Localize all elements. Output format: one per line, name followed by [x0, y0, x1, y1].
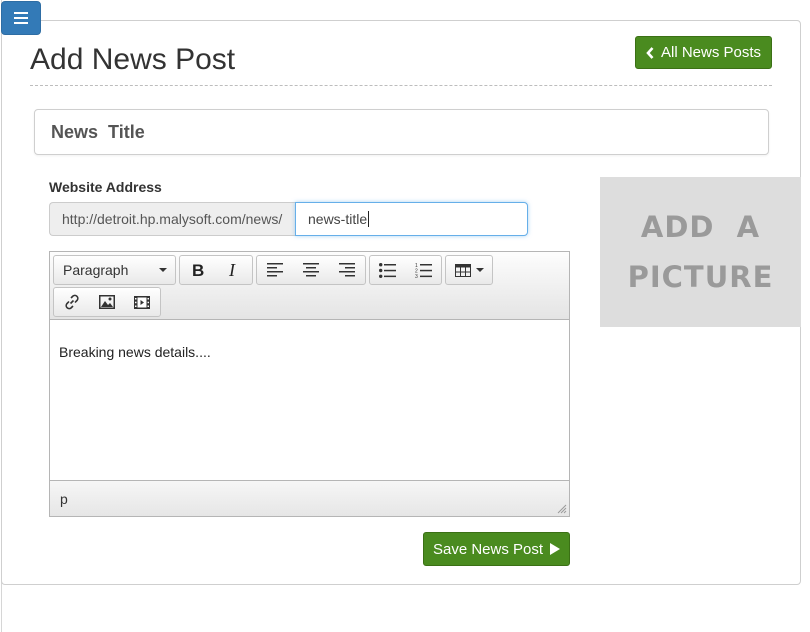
format-group: Paragraph — [53, 255, 176, 285]
page-title: Add News Post — [30, 43, 236, 76]
editor-content[interactable]: Breaking news details.... — [50, 320, 569, 480]
bullet-list-button[interactable] — [370, 256, 406, 284]
hamburger-icon — [14, 12, 28, 24]
image-icon — [98, 295, 115, 309]
menu-toggle-button[interactable] — [1, 1, 41, 35]
editor-statusbar: p — [50, 480, 569, 516]
url-slug-input[interactable]: news-title — [295, 202, 528, 236]
format-select-value: Paragraph — [63, 262, 129, 278]
svg-text:I: I — [228, 262, 236, 278]
url-slug-value: news-title — [308, 211, 368, 227]
all-news-posts-label: All News Posts — [660, 44, 762, 61]
table-button[interactable] — [446, 256, 492, 284]
numbered-list-icon: 1 2 3 — [415, 263, 432, 278]
bold-button[interactable]: B — [180, 256, 216, 284]
image-button[interactable] — [89, 288, 124, 316]
align-left-button[interactable] — [257, 256, 293, 284]
align-group — [256, 255, 366, 285]
svg-text:3: 3 — [415, 274, 418, 278]
link-icon — [65, 294, 79, 310]
insert-group — [53, 287, 161, 317]
align-left-icon — [267, 263, 283, 277]
list-group: 1 2 3 — [369, 255, 442, 285]
numbered-list-button[interactable]: 1 2 3 — [406, 256, 442, 284]
news-title-field[interactable]: News Title — [34, 109, 769, 155]
editor-toolbar: Paragraph B I 1 2 3 — [50, 252, 569, 320]
all-news-posts-button[interactable]: All News Posts — [635, 36, 772, 69]
save-news-post-label: Save News Post — [432, 540, 544, 558]
align-right-button[interactable] — [329, 256, 365, 284]
play-icon — [550, 543, 561, 555]
video-button[interactable] — [125, 288, 160, 316]
table-dropdown-icon — [475, 268, 484, 272]
chevron-down-icon — [159, 268, 167, 272]
style-group: B I — [179, 255, 253, 285]
element-path[interactable]: p — [60, 491, 68, 507]
align-right-icon — [339, 263, 355, 277]
bold-icon: B — [192, 262, 204, 278]
table-group — [445, 255, 493, 285]
add-picture-area[interactable]: ADD A PICTURE — [600, 177, 801, 327]
resize-handle-icon[interactable] — [557, 504, 567, 514]
link-button[interactable] — [54, 288, 89, 316]
editor-paragraph: Breaking news details.... — [59, 344, 211, 360]
website-address-label: Website Address — [49, 179, 162, 195]
bullet-list-icon — [379, 262, 397, 278]
table-icon — [454, 263, 471, 277]
align-center-button[interactable] — [293, 256, 329, 284]
text-caret — [368, 211, 370, 227]
svg-text:B: B — [192, 262, 204, 278]
italic-button[interactable]: I — [216, 256, 252, 284]
add-picture-line-1: ADD A — [640, 210, 761, 244]
format-select[interactable]: Paragraph — [54, 262, 175, 278]
italic-icon: I — [228, 262, 236, 278]
video-icon — [134, 295, 151, 309]
save-news-post-button[interactable]: Save News Post — [423, 532, 570, 566]
add-picture-line-2: PICTURE — [627, 260, 774, 294]
url-prefix: http://detroit.hp.malysoft.com/news/ — [49, 202, 296, 236]
align-center-icon — [303, 263, 319, 277]
chevron-left-icon — [646, 46, 654, 59]
rich-text-editor: Paragraph B I 1 2 3 Breaking news detail… — [49, 251, 570, 517]
